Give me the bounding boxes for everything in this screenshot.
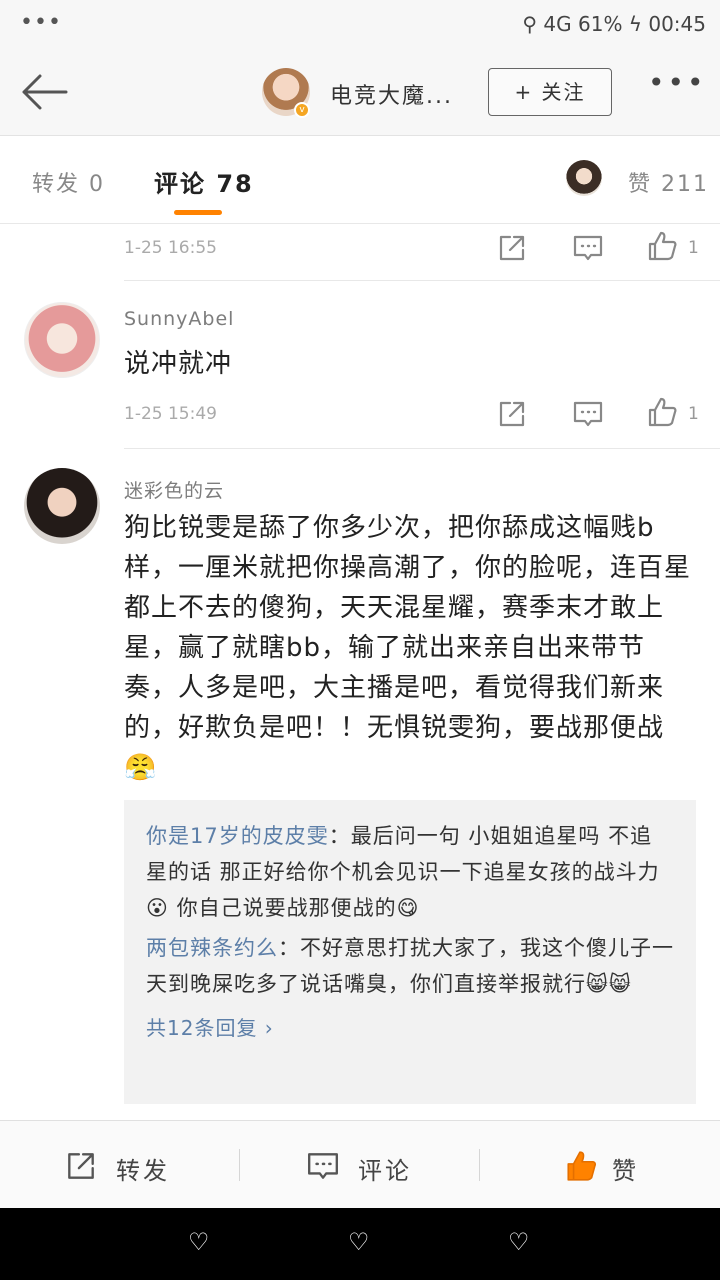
comment-icon[interactable]: [572, 398, 604, 430]
status-indicators: ⚲ 4G 61% ϟ 00:45: [522, 12, 706, 36]
comment-time: 1-25 15:49: [124, 404, 217, 424]
reply-item: 你是17岁的皮皮雯：最后问一句 小姐姐追星吗 不追星的话 那正好给你个机会见识一…: [146, 818, 674, 926]
like-icon[interactable]: [646, 230, 678, 262]
system-nav-bar: ♡ ♡ ♡: [0, 1208, 720, 1280]
like-count: 1: [688, 238, 699, 258]
reply-username[interactable]: 你是17岁的皮皮雯: [146, 824, 329, 848]
comment-icon[interactable]: [572, 232, 604, 264]
tab-likes[interactable]: 赞 211: [628, 166, 709, 198]
like-icon[interactable]: [646, 396, 678, 428]
reply-item: 两包辣条约么：不好意思打扰大家了，我这个傻儿子一天到晚屎吃多了说话嘴臭，你们直接…: [146, 930, 674, 1002]
more-replies-link[interactable]: 共12条回复 ›: [146, 1012, 674, 1041]
tab-repost[interactable]: 转发 0: [32, 166, 105, 198]
comment-time: 1-25 16:55: [124, 238, 217, 258]
header: v 电竞大魔... + 关注 •••: [0, 50, 720, 136]
avatar[interactable]: [24, 468, 100, 544]
bottom-action-bar: 转发 评论 赞: [0, 1120, 720, 1208]
verified-icon: v: [294, 102, 310, 118]
reply-username[interactable]: 两包辣条约么: [146, 936, 278, 960]
reply-box[interactable]: 你是17岁的皮皮雯：最后问一句 小姐姐追星吗 不追星的话 那正好给你个机会见识一…: [124, 800, 696, 1104]
divider: [124, 280, 720, 281]
active-tab-indicator: [174, 210, 222, 215]
tab-bar: 转发 0 评论 78 赞 211: [0, 136, 720, 224]
repost-button[interactable]: 转发: [0, 1121, 240, 1209]
follow-button[interactable]: + 关注: [488, 68, 612, 116]
author-name[interactable]: 电竞大魔...: [330, 78, 453, 110]
divider: [124, 448, 720, 449]
more-icon[interactable]: •••: [648, 66, 707, 99]
liker-avatar[interactable]: [566, 160, 602, 196]
tab-comment[interactable]: 评论 78: [154, 164, 254, 199]
status-bar: ••• ⚲ 4G 61% ϟ 00:45: [0, 0, 720, 50]
comment-text: 说冲就冲: [124, 349, 233, 379]
comment-username[interactable]: 迷彩色的云: [124, 476, 224, 503]
arrow-left-icon[interactable]: [18, 70, 70, 114]
comment-username[interactable]: SunnyAbel: [124, 308, 234, 330]
like-icon: [567, 1151, 597, 1181]
repost-label: 转发: [116, 1157, 170, 1185]
repost-icon[interactable]: [496, 232, 528, 264]
notification-dots: •••: [20, 10, 62, 35]
comment-label: 评论: [358, 1157, 412, 1185]
comment-icon: [308, 1153, 338, 1179]
nav-recents-button[interactable]: ♡: [508, 1228, 530, 1256]
like-button[interactable]: 赞: [480, 1121, 720, 1209]
avatar[interactable]: [24, 302, 100, 378]
like-count: 1: [688, 404, 699, 424]
like-label: 赞: [612, 1157, 639, 1185]
repost-icon[interactable]: [496, 398, 528, 430]
repost-icon: [68, 1153, 94, 1179]
comment-text: 狗比锐雯是舔了你多少次，把你舔成这幅贱b样，一厘米就把你操高潮了，你的脸呢，连百…: [124, 513, 692, 783]
comment-button[interactable]: 评论: [240, 1121, 480, 1209]
nav-back-button[interactable]: ♡: [188, 1228, 210, 1256]
page: ••• ⚲ 4G 61% ϟ 00:45 v 电竞大魔... + 关注 ••• …: [0, 0, 720, 1280]
nav-home-button[interactable]: ♡: [348, 1228, 370, 1256]
